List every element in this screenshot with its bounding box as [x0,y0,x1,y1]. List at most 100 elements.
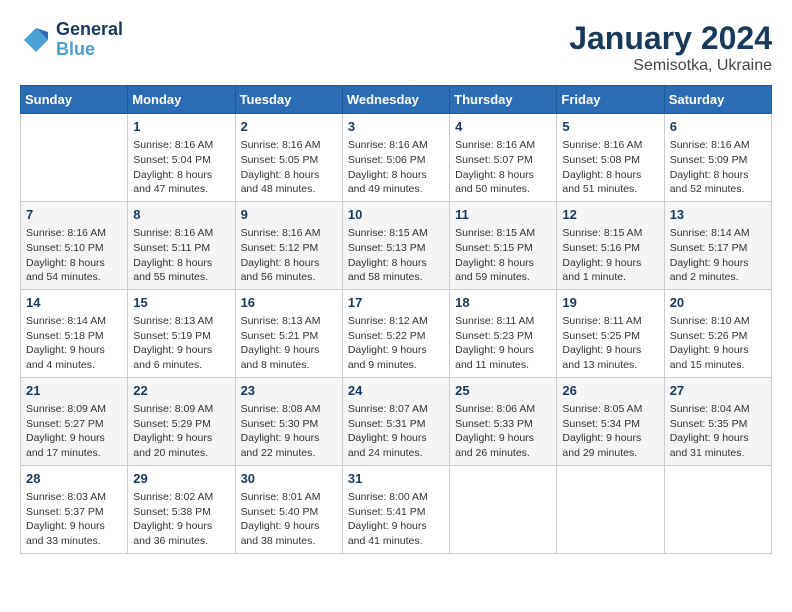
day-number: 11 [455,206,551,224]
calendar-cell: 10 Sunrise: 8:15 AM Sunset: 5:13 PM Dayli… [342,201,449,289]
day-info: Sunrise: 8:16 AM Sunset: 5:05 PM Dayligh… [241,138,337,197]
calendar-cell: 17 Sunrise: 8:12 AM Sunset: 5:22 PM Dayli… [342,289,449,377]
day-number: 20 [670,294,766,312]
calendar-cell: 16 Sunrise: 8:13 AM Sunset: 5:21 PM Dayli… [235,289,342,377]
day-info: Sunrise: 8:04 AM Sunset: 5:35 PM Dayligh… [670,402,766,461]
calendar-cell: 29 Sunrise: 8:02 AM Sunset: 5:38 PM Dayli… [128,465,235,553]
calendar-cell: 13Sunrise: 8:14 AM Sunset: 5:17 PM Dayli… [664,201,771,289]
calendar-cell: 22Sunrise: 8:09 AM Sunset: 5:29 PM Dayli… [128,377,235,465]
day-info: Sunrise: 8:14 AM Sunset: 5:18 PM Dayligh… [26,314,122,373]
day-info: Sunrise: 8:14 AM Sunset: 5:17 PM Dayligh… [670,226,766,285]
calendar-cell: 4Sunrise: 8:16 AM Sunset: 5:07 PM Daylig… [450,114,557,202]
calendar-cell: 30Sunrise: 8:01 AM Sunset: 5:40 PM Dayli… [235,465,342,553]
calendar-cell: 18Sunrise: 8:11 AM Sunset: 5:23 PM Dayli… [450,289,557,377]
day-number: 18 [455,294,551,312]
calendar-cell: 7 Sunrise: 8:16 AM Sunset: 5:10 PM Daylig… [21,201,128,289]
day-number: 21 [26,382,122,400]
header: GeneralBlue January 2024 Semisotka, Ukra… [20,20,772,75]
day-number: 19 [562,294,658,312]
day-header-saturday: Saturday [664,86,771,114]
day-info: Sunrise: 8:12 AM Sunset: 5:22 PM Dayligh… [348,314,444,373]
calendar-header: SundayMondayTuesdayWednesdayThursdayFrid… [21,86,772,114]
day-number: 6 [670,118,766,136]
day-number: 10 [348,206,444,224]
calendar-cell: 3 Sunrise: 8:16 AM Sunset: 5:06 PM Daylig… [342,114,449,202]
calendar-cell [557,465,664,553]
day-info: Sunrise: 8:07 AM Sunset: 5:31 PM Dayligh… [348,402,444,461]
calendar-cell [664,465,771,553]
calendar-cell: 21Sunrise: 8:09 AM Sunset: 5:27 PM Dayli… [21,377,128,465]
day-number: 27 [670,382,766,400]
calendar-cell: 28 Sunrise: 8:03 AM Sunset: 5:37 PM Dayli… [21,465,128,553]
day-info: Sunrise: 8:02 AM Sunset: 5:38 PM Dayligh… [133,490,229,549]
day-info: Sunrise: 8:16 AM Sunset: 5:06 PM Dayligh… [348,138,444,197]
calendar-cell: 5 Sunrise: 8:16 AM Sunset: 5:08 PM Daylig… [557,114,664,202]
day-info: Sunrise: 8:16 AM Sunset: 5:04 PM Dayligh… [133,138,229,197]
day-number: 2 [241,118,337,136]
day-header-monday: Monday [128,86,235,114]
day-info: Sunrise: 8:15 AM Sunset: 5:16 PM Dayligh… [562,226,658,285]
calendar-cell [21,114,128,202]
day-header-sunday: Sunday [21,86,128,114]
calendar-cell: 8 Sunrise: 8:16 AM Sunset: 5:11 PM Daylig… [128,201,235,289]
day-number: 14 [26,294,122,312]
title-area: January 2024 Semisotka, Ukraine [569,20,772,75]
day-header-friday: Friday [557,86,664,114]
day-header-wednesday: Wednesday [342,86,449,114]
day-info: Sunrise: 8:06 AM Sunset: 5:33 PM Dayligh… [455,402,551,461]
day-info: Sunrise: 8:10 AM Sunset: 5:26 PM Dayligh… [670,314,766,373]
calendar-cell: 2 Sunrise: 8:16 AM Sunset: 5:05 PM Daylig… [235,114,342,202]
day-number: 23 [241,382,337,400]
calendar-cell: 9 Sunrise: 8:16 AM Sunset: 5:12 PM Daylig… [235,201,342,289]
calendar-week-3: 14 Sunrise: 8:14 AM Sunset: 5:18 PM Dayli… [21,289,772,377]
day-number: 9 [241,206,337,224]
calendar-cell: 19Sunrise: 8:11 AM Sunset: 5:25 PM Dayli… [557,289,664,377]
day-info: Sunrise: 8:16 AM Sunset: 5:09 PM Dayligh… [670,138,766,197]
day-number: 30 [241,470,337,488]
day-info: Sunrise: 8:16 AM Sunset: 5:10 PM Dayligh… [26,226,122,285]
day-info: Sunrise: 8:15 AM Sunset: 5:13 PM Dayligh… [348,226,444,285]
day-number: 17 [348,294,444,312]
calendar-table: SundayMondayTuesdayWednesdayThursdayFrid… [20,85,772,554]
day-info: Sunrise: 8:08 AM Sunset: 5:30 PM Dayligh… [241,402,337,461]
day-info: Sunrise: 8:05 AM Sunset: 5:34 PM Dayligh… [562,402,658,461]
day-info: Sunrise: 8:13 AM Sunset: 5:21 PM Dayligh… [241,314,337,373]
calendar-cell: 1 Sunrise: 8:16 AM Sunset: 5:04 PM Daylig… [128,114,235,202]
calendar-week-1: 1 Sunrise: 8:16 AM Sunset: 5:04 PM Daylig… [21,114,772,202]
calendar-cell: 14 Sunrise: 8:14 AM Sunset: 5:18 PM Dayli… [21,289,128,377]
calendar-cell: 27 Sunrise: 8:04 AM Sunset: 5:35 PM Dayli… [664,377,771,465]
calendar-cell: 12 Sunrise: 8:15 AM Sunset: 5:16 PM Dayli… [557,201,664,289]
day-number: 26 [562,382,658,400]
day-info: Sunrise: 8:03 AM Sunset: 5:37 PM Dayligh… [26,490,122,549]
day-info: Sunrise: 8:16 AM Sunset: 5:12 PM Dayligh… [241,226,337,285]
calendar-cell: 11Sunrise: 8:15 AM Sunset: 5:15 PM Dayli… [450,201,557,289]
day-number: 3 [348,118,444,136]
calendar-cell: 25 Sunrise: 8:06 AM Sunset: 5:33 PM Dayli… [450,377,557,465]
day-number: 5 [562,118,658,136]
calendar-cell: 24 Sunrise: 8:07 AM Sunset: 5:31 PM Dayli… [342,377,449,465]
calendar-cell: 31Sunrise: 8:00 AM Sunset: 5:41 PM Dayli… [342,465,449,553]
day-info: Sunrise: 8:16 AM Sunset: 5:08 PM Dayligh… [562,138,658,197]
day-number: 1 [133,118,229,136]
day-number: 25 [455,382,551,400]
day-number: 12 [562,206,658,224]
day-info: Sunrise: 8:00 AM Sunset: 5:41 PM Dayligh… [348,490,444,549]
calendar-cell: 6 Sunrise: 8:16 AM Sunset: 5:09 PM Daylig… [664,114,771,202]
calendar-cell [450,465,557,553]
day-info: Sunrise: 8:16 AM Sunset: 5:07 PM Dayligh… [455,138,551,197]
calendar-week-4: 21Sunrise: 8:09 AM Sunset: 5:27 PM Dayli… [21,377,772,465]
calendar-week-5: 28 Sunrise: 8:03 AM Sunset: 5:37 PM Dayli… [21,465,772,553]
day-number: 7 [26,206,122,224]
calendar-cell: 26 Sunrise: 8:05 AM Sunset: 5:34 PM Dayli… [557,377,664,465]
logo-icon [20,24,52,56]
day-number: 16 [241,294,337,312]
subtitle: Semisotka, Ukraine [569,57,772,75]
day-number: 29 [133,470,229,488]
day-number: 8 [133,206,229,224]
calendar-cell: 23 Sunrise: 8:08 AM Sunset: 5:30 PM Dayli… [235,377,342,465]
day-number: 24 [348,382,444,400]
calendar-week-2: 7 Sunrise: 8:16 AM Sunset: 5:10 PM Daylig… [21,201,772,289]
day-number: 28 [26,470,122,488]
logo: GeneralBlue [20,20,123,60]
day-info: Sunrise: 8:16 AM Sunset: 5:11 PM Dayligh… [133,226,229,285]
